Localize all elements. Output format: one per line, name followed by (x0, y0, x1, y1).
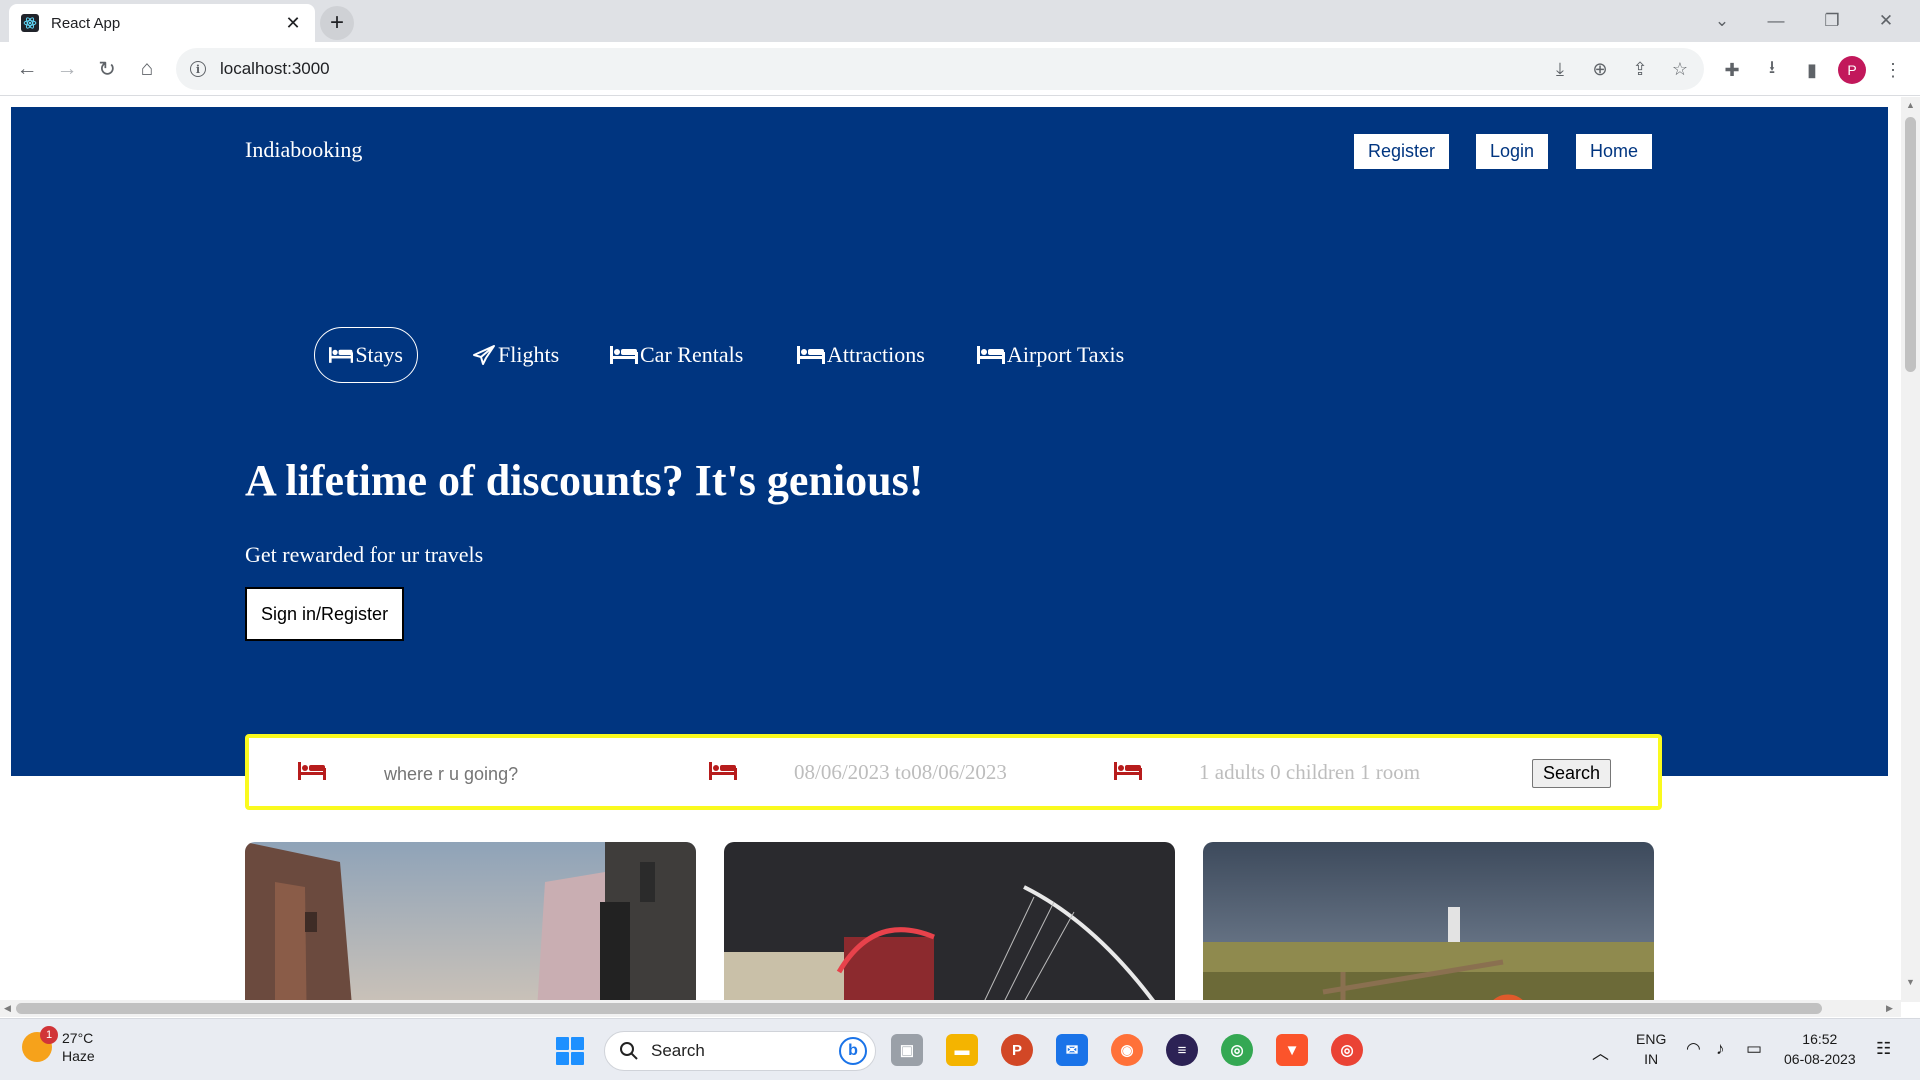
react-favicon-icon (21, 14, 39, 32)
search-button[interactable]: Search (1532, 759, 1612, 788)
featured-coast-image[interactable] (1203, 842, 1654, 1017)
notifications-icon[interactable]: ☷ (1876, 1039, 1891, 1059)
home-button[interactable]: Home (1576, 134, 1653, 169)
browser-tab[interactable]: React App ✕ (9, 4, 315, 42)
reload-icon[interactable]: ↻ (90, 52, 124, 86)
guests-field[interactable]: 1 adults 0 children 1 room (1199, 760, 1420, 785)
scroll-left-icon[interactable]: ◀ (4, 1003, 11, 1014)
browser-toolbar: ← → ↻ ⌂ i localhost:3000 ⤓ ⊕ ⇪ ☆ (0, 42, 1920, 96)
taskbar-search-label: Search (651, 1041, 705, 1060)
tab-search-icon[interactable]: ⌄ (1702, 6, 1742, 36)
site-logo[interactable]: Indiabooking (245, 137, 362, 163)
login-button[interactable]: Login (1476, 134, 1549, 169)
scroll-up-icon[interactable]: ▲ (1906, 100, 1915, 110)
bed-icon (977, 346, 1005, 364)
bed-icon (298, 762, 326, 780)
nav-label: Stays (355, 342, 403, 367)
task-view-icon[interactable]: ▣ (891, 1034, 923, 1066)
back-arrow-icon[interactable]: ← (10, 52, 44, 86)
chrome-icon[interactable]: ◎ (1221, 1034, 1253, 1066)
tab-title: React App (51, 14, 121, 32)
featured-city-image[interactable] (245, 842, 696, 1017)
hero-subheadline: Get rewarded for ur travels (245, 542, 484, 567)
site-info-icon[interactable]: i (190, 61, 206, 77)
horizontal-scroll-thumb[interactable] (16, 1003, 1822, 1014)
forward-arrow-icon[interactable]: → (50, 52, 84, 86)
mail-icon[interactable]: ✉ (1056, 1034, 1088, 1066)
nav-label: Attractions (827, 342, 925, 367)
clock-time[interactable]: 16:52 (1784, 1029, 1856, 1049)
menu-dots-icon[interactable]: ⋮ (1878, 55, 1908, 85)
new-tab-button[interactable]: + (320, 6, 354, 40)
notification-badge: 1 (40, 1026, 58, 1044)
file-explorer-icon[interactable]: ▬ (946, 1034, 978, 1066)
firefox-icon[interactable]: ◉ (1111, 1034, 1143, 1066)
weather-widget[interactable]: 1 27°C Haze (22, 1026, 95, 1065)
home-icon[interactable]: ⌂ (130, 52, 164, 86)
register-button[interactable]: Register (1354, 134, 1450, 169)
vertical-scrollbar[interactable]: ▲ ▼ (1901, 97, 1920, 1002)
wifi-icon[interactable]: ◠ (1686, 1039, 1701, 1059)
bing-icon[interactable]: b (839, 1037, 867, 1065)
bed-icon (329, 347, 354, 363)
destination-input[interactable] (384, 764, 654, 785)
bookmark-star-icon[interactable]: ☆ (1668, 59, 1692, 79)
region-indicator: IN (1644, 1051, 1659, 1067)
close-window-button[interactable]: ✕ (1866, 6, 1906, 36)
bed-icon (1114, 762, 1142, 780)
nav-label: Car Rentals (640, 342, 744, 367)
install-icon[interactable]: ⤓ (1548, 59, 1572, 79)
nav-item-attractions[interactable]: Attractions (797, 327, 925, 383)
vertical-scroll-thumb[interactable] (1905, 117, 1916, 372)
nav-item-airport-taxis[interactable]: Airport Taxis (977, 327, 1124, 383)
nav-label: Airport Taxis (1007, 342, 1125, 367)
taskbar-search[interactable]: Search b (604, 1031, 876, 1071)
search-icon (620, 1042, 638, 1060)
show-hidden-icons-chevron-icon[interactable]: ︿ (1592, 1039, 1609, 1064)
bed-icon (610, 346, 638, 364)
powerpoint-icon[interactable]: P (1001, 1034, 1033, 1066)
brave-icon[interactable]: ▼ (1276, 1034, 1308, 1066)
date-range-field[interactable]: 08/06/2023 to08/06/2023 (794, 760, 1007, 785)
profile-avatar[interactable]: P (1838, 56, 1866, 84)
plane-icon (473, 345, 495, 365)
weather-sun-icon: 1 (22, 1026, 58, 1062)
hero-section: Indiabooking Register Login Home Stays F… (11, 107, 1888, 776)
nav-item-stays[interactable]: Stays (314, 327, 418, 383)
page-viewport: Indiabooking Register Login Home Stays F… (0, 97, 1920, 1017)
nav-label: Flights (498, 342, 560, 367)
horizontal-scrollbar[interactable]: ◀ ▶ (0, 1000, 1901, 1017)
bed-icon (797, 346, 825, 364)
minimize-button[interactable]: — (1756, 6, 1796, 36)
language-indicator[interactable]: ENG (1636, 1029, 1666, 1049)
address-bar[interactable]: i localhost:3000 ⤓ ⊕ ⇪ ☆ (176, 48, 1704, 90)
browser-tabstrip: React App ✕ + ⌄ — ❐ ✕ (0, 0, 1920, 42)
volume-icon[interactable]: ♪ (1716, 1039, 1725, 1059)
scroll-down-icon[interactable]: ▼ (1906, 977, 1915, 987)
bed-icon (709, 762, 737, 780)
tab-close-icon[interactable]: ✕ (283, 13, 303, 34)
battery-icon[interactable]: ▭ (1746, 1039, 1762, 1059)
nav-item-car-rentals[interactable]: Car Rentals (610, 327, 743, 383)
restore-button[interactable]: ❐ (1812, 6, 1852, 36)
downloads-icon[interactable]: ⭳ (1757, 55, 1787, 85)
url-text[interactable]: localhost:3000 (220, 59, 330, 79)
chrome-profile-icon[interactable]: ◎ (1331, 1034, 1363, 1066)
weather-description: Haze (62, 1048, 95, 1064)
hero-headline: A lifetime of discounts? It's genious! (245, 456, 924, 505)
side-panel-icon[interactable]: ▮ (1797, 55, 1827, 85)
windows-taskbar: 1 27°C Haze Search b ▣ ▬ P ✉ ◉ ≡ ◎ ▼ ◎ ︿… (0, 1018, 1920, 1080)
zoom-icon[interactable]: ⊕ (1588, 59, 1612, 79)
nav-item-flights[interactable]: Flights (472, 327, 559, 383)
search-bar: 08/06/2023 to08/06/2023 1 adults 0 child… (245, 734, 1662, 810)
extensions-puzzle-icon[interactable]: ✚ (1717, 55, 1747, 85)
share-icon[interactable]: ⇪ (1628, 59, 1652, 79)
windows-start-icon[interactable] (556, 1037, 584, 1065)
sign-in-register-button[interactable]: Sign in/Register (245, 587, 405, 641)
eclipse-icon[interactable]: ≡ (1166, 1034, 1198, 1066)
scroll-right-icon[interactable]: ▶ (1886, 1003, 1893, 1014)
featured-bridge-image[interactable] (724, 842, 1175, 1017)
weather-temperature: 27°C (62, 1030, 94, 1046)
clock-date[interactable]: 06-08-2023 (1784, 1049, 1856, 1069)
